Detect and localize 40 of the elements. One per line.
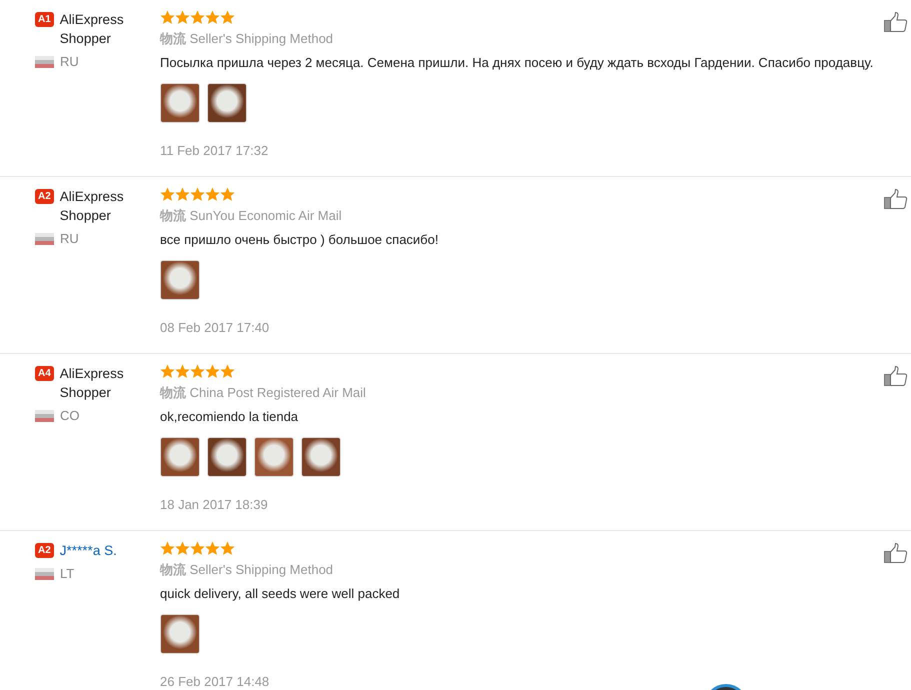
- review-text: ok,recomiendo la tienda: [160, 408, 300, 426]
- review-text: Посылка пришла через 2 месяца. Семена пришли. На днях посею и буду ждать всходы Гардении. Спасибо продавцу.: [160, 54, 874, 72]
- thumbs-up-icon[interactable]: [884, 12, 909, 32]
- level-badge: A1: [35, 12, 54, 27]
- review-date: 11 Feb 2017 17:32: [160, 143, 270, 158]
- review-date: 18 Jan 2017 18:39: [160, 497, 269, 512]
- country-code: CO: [60, 408, 80, 423]
- shipping-method: 物流 Seller's Shipping Method: [160, 561, 334, 579]
- level-badge: A2: [35, 543, 54, 558]
- photo-placeholder[interactable]: [160, 614, 200, 654]
- shipping-method: 物流 China Post Registered Air Mail: [160, 384, 367, 402]
- review-date: 26 Feb 2017 14:48: [160, 674, 270, 689]
- review-text: quick delivery, all seeds were well packed: [160, 585, 401, 603]
- flag-icon: [35, 568, 54, 580]
- reviewer-name: AliExpress Shopper: [60, 365, 125, 402]
- country-code: RU: [60, 54, 79, 69]
- thumbs-up-icon[interactable]: [884, 543, 909, 563]
- flag-icon: [35, 56, 54, 68]
- review-text: все пришло очень быстро ) большое спасибо!: [160, 231, 440, 249]
- flag-icon: [35, 232, 54, 244]
- photo-placeholder[interactable]: [207, 437, 247, 477]
- reviewer-name: AliExpress Shopper: [60, 11, 125, 48]
- level-badge: A2: [35, 189, 54, 204]
- level-badge: A4: [35, 366, 54, 381]
- flag-icon: [35, 410, 54, 422]
- photo-placeholder[interactable]: [160, 437, 200, 477]
- thumbs-up-icon[interactable]: [884, 366, 909, 386]
- photo-placeholder[interactable]: [207, 83, 247, 123]
- photo-placeholder[interactable]: [160, 83, 200, 123]
- shipping-method: 物流 Seller's Shipping Method: [160, 30, 334, 48]
- photo-placeholder[interactable]: [301, 437, 341, 477]
- photo-placeholder[interactable]: [160, 260, 200, 300]
- shipping-method: 物流 SunYou Economic Air Mail: [160, 207, 343, 225]
- photo-placeholder[interactable]: [254, 437, 294, 477]
- reviewer-name: AliExpress Shopper: [60, 188, 125, 225]
- thumbs-up-icon[interactable]: [884, 189, 909, 209]
- country-code: LT: [60, 566, 74, 581]
- country-code: RU: [60, 231, 79, 246]
- review-date: 08 Feb 2017 17:40: [160, 320, 270, 335]
- reviewer-name[interactable]: J*****a S.: [60, 541, 117, 560]
